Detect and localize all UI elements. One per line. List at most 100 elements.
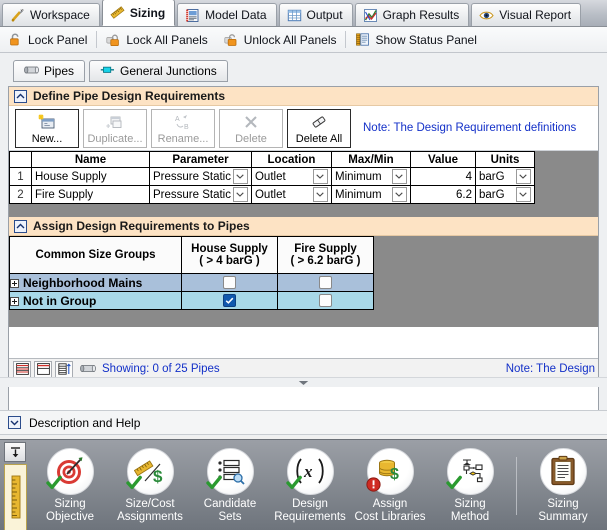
collapse-rows-icon[interactable]: [13, 361, 31, 378]
nav-assign-cost-libraries[interactable]: $ Assign Cost Libraries: [350, 443, 430, 529]
define-requirements-header: Define Pipe Design Requirements: [9, 87, 598, 106]
lock-panel-button[interactable]: Lock Panel: [0, 29, 95, 51]
expand-group-icon[interactable]: [10, 279, 19, 288]
table-row[interactable]: Neighborhood Mains: [10, 274, 374, 292]
expand-rows-icon[interactable]: [34, 361, 52, 378]
pin-top-icon[interactable]: [4, 442, 26, 462]
chevron-down-icon[interactable]: [392, 187, 407, 202]
list-search-icon: [207, 448, 254, 495]
junction-icon: [100, 64, 115, 79]
group-row-neighborhood-mains[interactable]: Neighborhood Mains: [10, 274, 182, 292]
col-common-size-groups: Common Size Groups: [10, 237, 182, 274]
cell-units[interactable]: barG: [475, 168, 534, 186]
assign-grid-region: Common Size Groups House Supply ( > 4 ba…: [9, 236, 598, 327]
cell-name[interactable]: House Supply: [32, 168, 150, 186]
expand-down-icon[interactable]: [8, 416, 21, 429]
col-value[interactable]: Value: [410, 152, 475, 168]
nav-sizing-summary[interactable]: Sizing Summary: [523, 443, 603, 529]
tab-output[interactable]: Output: [279, 3, 353, 26]
sizing-body: Pipes General Junctions Define Pipe D: [0, 53, 607, 436]
nav-design-requirements[interactable]: x Design Requirements: [270, 443, 350, 529]
chevron-down-icon[interactable]: [313, 187, 328, 202]
checkbox-house-supply[interactable]: [223, 276, 236, 289]
tab-sizing[interactable]: Sizing: [102, 0, 175, 26]
cell-maxmin[interactable]: Minimum: [331, 186, 410, 204]
nav-sizing-objective[interactable]: Sizing Objective: [30, 443, 110, 529]
panel-splitter[interactable]: [0, 377, 607, 387]
tab-graph-results[interactable]: Graph Results: [355, 3, 470, 26]
description-and-help-bar[interactable]: Description and Help: [0, 410, 607, 435]
cell-location[interactable]: Outlet: [251, 168, 331, 186]
status-panel-icon: [355, 32, 370, 47]
col-location[interactable]: Location: [251, 152, 331, 168]
group-row-not-in-group[interactable]: Not in Group: [10, 292, 182, 310]
collapse-define-panel-icon[interactable]: [14, 90, 27, 103]
svg-text:$: $: [153, 467, 163, 486]
show-status-panel-label: Show Status Panel: [375, 33, 476, 47]
nav-sizing-summary-label: Sizing Summary: [538, 498, 587, 524]
grid-filler: [9, 209, 598, 217]
cell-location-text: Outlet: [255, 189, 286, 201]
cell-house-supply-check[interactable]: [182, 274, 278, 292]
cell-parameter[interactable]: Pressure Static: [150, 186, 252, 204]
sort-rows-icon[interactable]: [55, 361, 73, 378]
notebook-icon: [185, 8, 200, 23]
nav-sizing-method[interactable]: Sizing Method: [430, 443, 510, 529]
checkbox-house-supply[interactable]: [223, 294, 236, 307]
cell-parameter[interactable]: Pressure Static: [150, 168, 252, 186]
status-check-icon: [46, 475, 62, 495]
delete-all-requirements-label: Delete All: [296, 133, 342, 145]
nav-size-cost-assignments[interactable]: $ Size/Cost Assignments: [110, 443, 190, 529]
table-row[interactable]: 2 Fire Supply Pressure Static Outlet: [10, 186, 535, 204]
delete-x-icon: [241, 113, 261, 133]
subtab-pipes-label: Pipes: [44, 64, 74, 78]
cell-value[interactable]: 4: [410, 168, 475, 186]
cell-value[interactable]: 6.2: [410, 186, 475, 204]
chevron-down-icon[interactable]: [516, 169, 531, 184]
show-status-panel-button[interactable]: Show Status Panel: [347, 29, 484, 51]
sizing-navigation-bar: Sizing Objective $ Si: [0, 439, 607, 530]
navigation-items: Sizing Objective $ Si: [30, 440, 607, 530]
chevron-down-icon[interactable]: [392, 169, 407, 184]
col-name[interactable]: Name: [32, 152, 150, 168]
subtab-pipes[interactable]: Pipes: [13, 60, 85, 82]
col-maxmin[interactable]: Max/Min: [331, 152, 410, 168]
cell-fire-supply-check[interactable]: [278, 274, 374, 292]
delete-all-requirements-button[interactable]: Delete All: [287, 109, 351, 148]
col-parameter[interactable]: Parameter: [150, 152, 252, 168]
svg-text:A: A: [175, 116, 180, 123]
cell-house-supply-check[interactable]: [182, 292, 278, 310]
tab-visual-report[interactable]: Visual Report: [471, 3, 581, 26]
expand-group-icon[interactable]: [10, 297, 19, 306]
table-row[interactable]: 1 House Supply Pressure Static Outlet: [10, 168, 535, 186]
vertical-tab-column: [0, 440, 30, 530]
checkbox-fire-supply[interactable]: [319, 276, 332, 289]
tab-visual-report-label: Visual Report: [499, 8, 571, 22]
cell-fire-supply-check[interactable]: [278, 292, 374, 310]
tab-output-label: Output: [307, 8, 343, 22]
new-requirement-button[interactable]: New...: [15, 109, 79, 148]
col-units[interactable]: Units: [475, 152, 534, 168]
lock-all-panels-button[interactable]: Lock All Panels: [98, 29, 215, 51]
collapse-assign-panel-icon[interactable]: [14, 220, 27, 233]
nav-candidate-sets[interactable]: Candidate Sets: [190, 443, 270, 529]
tab-workspace[interactable]: Workspace: [2, 3, 100, 26]
vertical-tab-sizing[interactable]: [4, 464, 27, 530]
chevron-down-icon[interactable]: [313, 169, 328, 184]
unlock-all-panels-button[interactable]: Unlock All Panels: [216, 29, 345, 51]
chevron-down-icon[interactable]: [233, 169, 248, 184]
chevron-down-icon[interactable]: [516, 187, 531, 202]
cell-location[interactable]: Outlet: [251, 186, 331, 204]
cell-units[interactable]: barG: [475, 186, 534, 204]
chevron-down-icon[interactable]: [233, 187, 248, 202]
tab-model-data[interactable]: Model Data: [177, 3, 276, 26]
table-row[interactable]: Not in Group: [10, 292, 374, 310]
object-type-tabs: Pipes General Junctions: [13, 60, 228, 82]
eraser-icon: [309, 113, 329, 133]
cell-units-text: barG: [479, 171, 505, 183]
cell-maxmin[interactable]: Minimum: [331, 168, 410, 186]
subtab-general-junctions[interactable]: General Junctions: [89, 60, 228, 82]
cell-name[interactable]: Fire Supply: [32, 186, 150, 204]
toolbar-divider-1: [96, 31, 97, 48]
checkbox-fire-supply[interactable]: [319, 294, 332, 307]
